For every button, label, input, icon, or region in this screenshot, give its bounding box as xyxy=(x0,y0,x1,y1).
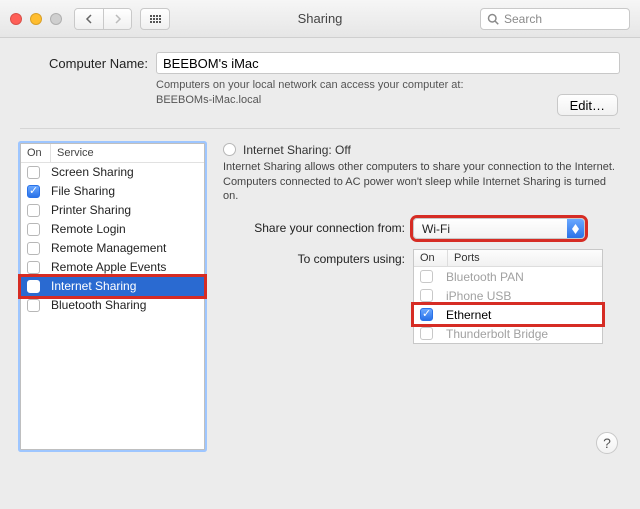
content: Computer Name: Computers on your local n… xyxy=(0,38,640,466)
service-label: Printer Sharing xyxy=(51,203,131,217)
separator xyxy=(20,128,620,129)
service-row-printer-sharing[interactable]: Printer Sharing xyxy=(21,201,204,220)
port-row-ethernet[interactable]: Ethernet xyxy=(414,305,602,324)
service-row-screen-sharing[interactable]: Screen Sharing xyxy=(21,163,204,182)
service-row-remote-login[interactable]: Remote Login xyxy=(21,220,204,239)
service-label: Screen Sharing xyxy=(51,165,134,179)
service-row-remote-management[interactable]: Remote Management xyxy=(21,239,204,258)
hint-line1: Computers on your local network can acce… xyxy=(156,79,464,91)
service-checkbox[interactable] xyxy=(27,280,40,293)
internet-sharing-radio[interactable] xyxy=(223,143,236,156)
chevron-updown-icon xyxy=(567,219,584,238)
share-from-row: Share your connection from: Wi-Fi xyxy=(223,218,620,239)
service-checkbox[interactable] xyxy=(27,261,40,274)
ports-header-ports: Ports xyxy=(448,250,486,266)
internet-sharing-desc: Internet Sharing allows other computers … xyxy=(223,160,620,205)
port-checkbox[interactable] xyxy=(420,270,433,283)
hint-line2: BEEBOMs-iMac.local xyxy=(156,94,261,106)
service-label: Remote Login xyxy=(51,222,126,236)
detail-panel: Internet Sharing: Off Internet Sharing a… xyxy=(223,143,620,450)
port-row-iphone-usb[interactable]: iPhone USB xyxy=(414,286,602,305)
service-list[interactable]: On Service Screen Sharing File Sharing Pri… xyxy=(20,143,205,450)
header-service: Service xyxy=(51,144,100,162)
service-row-internet-sharing[interactable]: Internet Sharing xyxy=(21,277,204,296)
computer-name-hint: Computers on your local network can acce… xyxy=(156,78,620,108)
search-input[interactable]: Search xyxy=(480,8,630,30)
help-icon: ? xyxy=(603,435,611,451)
close-icon[interactable] xyxy=(10,13,22,25)
service-checkbox[interactable] xyxy=(27,185,40,198)
header-on: On xyxy=(21,144,51,162)
internet-sharing-title: Internet Sharing: Off xyxy=(243,143,351,157)
port-checkbox[interactable] xyxy=(420,289,433,302)
internet-sharing-title-row: Internet Sharing: Off xyxy=(223,143,620,157)
service-row-remote-apple-events[interactable]: Remote Apple Events xyxy=(21,258,204,277)
grid-icon xyxy=(150,15,161,23)
service-label: Remote Apple Events xyxy=(51,260,166,274)
to-computers-label: To computers using: xyxy=(223,249,413,266)
service-checkbox[interactable] xyxy=(27,166,40,179)
service-row-file-sharing[interactable]: File Sharing xyxy=(21,182,204,201)
edit-button[interactable]: Edit… xyxy=(557,94,618,116)
ports-header: On Ports xyxy=(414,250,602,267)
nav-buttons xyxy=(74,8,132,30)
port-row-thunderbolt-bridge[interactable]: Thunderbolt Bridge xyxy=(414,324,602,343)
port-row-bluetooth-pan[interactable]: Bluetooth PAN xyxy=(414,267,602,286)
forward-button[interactable] xyxy=(103,9,131,29)
service-checkbox[interactable] xyxy=(27,299,40,312)
share-from-dropdown[interactable]: Wi-Fi xyxy=(413,218,585,239)
computer-name-label: Computer Name: xyxy=(20,56,148,71)
port-label: Bluetooth PAN xyxy=(446,270,524,284)
service-label: File Sharing xyxy=(51,184,115,198)
service-label: Internet Sharing xyxy=(51,279,136,293)
computer-name-field[interactable] xyxy=(156,52,620,74)
back-button[interactable] xyxy=(75,9,103,29)
window-controls xyxy=(10,13,62,25)
search-placeholder: Search xyxy=(504,12,542,26)
share-from-label: Share your connection from: xyxy=(223,218,413,235)
service-label: Remote Management xyxy=(51,241,166,255)
service-checkbox[interactable] xyxy=(27,242,40,255)
show-all-button[interactable] xyxy=(140,8,170,30)
zoom-icon[interactable] xyxy=(50,13,62,25)
ports-list[interactable]: On Ports Bluetooth PAN iPhone USB Ethernet… xyxy=(413,249,603,344)
help-button[interactable]: ? xyxy=(596,432,618,454)
service-checkbox[interactable] xyxy=(27,223,40,236)
titlebar: Sharing Search xyxy=(0,0,640,38)
port-label: Ethernet xyxy=(446,308,491,322)
service-row-bluetooth-sharing[interactable]: Bluetooth Sharing xyxy=(21,296,204,315)
share-from-value: Wi-Fi xyxy=(422,222,450,236)
service-list-header: On Service xyxy=(21,144,204,163)
service-label: Bluetooth Sharing xyxy=(51,298,146,312)
search-icon xyxy=(487,13,499,25)
port-checkbox[interactable] xyxy=(420,308,433,321)
minimize-icon[interactable] xyxy=(30,13,42,25)
port-checkbox[interactable] xyxy=(420,327,433,340)
ports-header-on: On xyxy=(414,250,448,266)
computer-name-row: Computer Name: xyxy=(20,52,620,74)
port-label: Thunderbolt Bridge xyxy=(446,327,548,341)
port-label: iPhone USB xyxy=(446,289,511,303)
to-computers-row: To computers using: On Ports Bluetooth P… xyxy=(223,249,620,344)
service-checkbox[interactable] xyxy=(27,204,40,217)
service-list-container: On Service Screen Sharing File Sharing Pri… xyxy=(20,143,205,450)
